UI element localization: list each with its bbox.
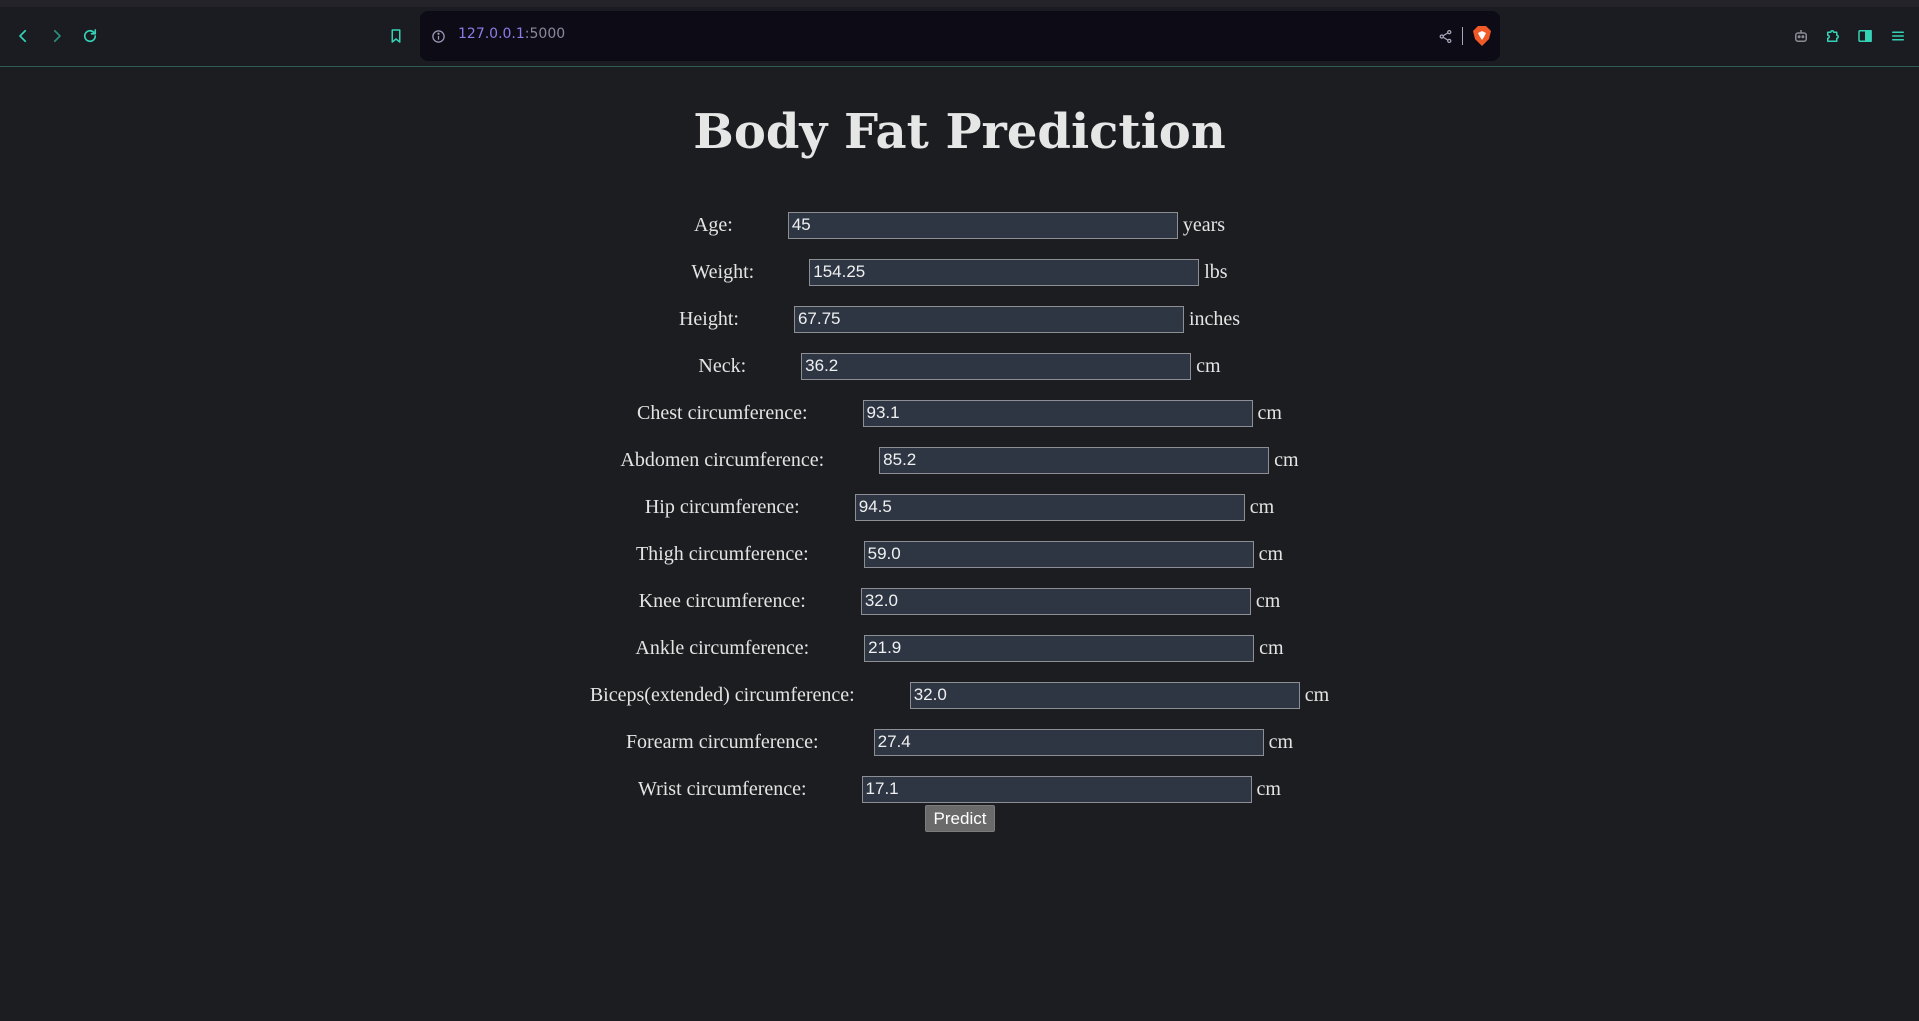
wrist-label: Wrist circumference: [638, 777, 807, 800]
abdomen-unit: cm [1274, 448, 1299, 471]
knee-unit: cm [1255, 589, 1281, 612]
sidebar-button[interactable] [1852, 23, 1878, 49]
neck-unit: cm [1196, 354, 1221, 377]
age-unit: years [1182, 213, 1226, 236]
menu-icon [1892, 31, 1904, 41]
weight-unit: lbs [1204, 260, 1228, 283]
forearm-label: Forearm circumference: [625, 730, 819, 753]
weight-input[interactable] [809, 258, 1200, 286]
form-row-height: Height: inches [0, 304, 1919, 334]
bookmark-button[interactable] [383, 23, 409, 49]
forward-icon [53, 29, 61, 43]
leo-ai-button[interactable] [1788, 23, 1814, 49]
height-label: Height: [678, 307, 739, 330]
form-row-wrist: Wrist circumference: cm [0, 774, 1919, 804]
form-row-chest: Chest circumference: cm [0, 398, 1919, 428]
neck-input[interactable] [801, 352, 1192, 380]
height-input[interactable] [793, 305, 1184, 333]
thigh-input[interactable] [863, 540, 1254, 568]
weight-label: Weight: [691, 260, 755, 283]
back-icon [19, 29, 27, 43]
ankle-unit: cm [1259, 636, 1284, 659]
share-icon[interactable] [1436, 27, 1454, 45]
predict-button[interactable]: Predict [925, 805, 995, 832]
neck-label: Neck: [698, 354, 747, 377]
wrist-input[interactable] [861, 775, 1252, 803]
form-row-weight: Weight: lbs [0, 257, 1919, 287]
thigh-unit: cm [1258, 542, 1284, 565]
page-title: Body Fat Prediction [693, 104, 1226, 160]
form-row-hip: Hip circumference: cm [0, 492, 1919, 522]
age-input[interactable] [787, 211, 1178, 239]
biceps-input[interactable] [909, 681, 1300, 709]
form-row-age: Age: years [0, 210, 1919, 240]
abdomen-label: Abdomen circumference: [620, 448, 825, 471]
hip-unit: cm [1249, 495, 1275, 518]
ankle-input[interactable] [864, 634, 1255, 662]
back-button[interactable] [10, 23, 36, 49]
form-row-biceps: Biceps(extended) circumference: cm [0, 680, 1919, 710]
biceps-label: Biceps(extended) circumference: [589, 683, 855, 706]
hip-input[interactable] [854, 493, 1245, 521]
extensions-button[interactable] [1820, 23, 1846, 49]
reload-icon [83, 29, 97, 43]
url-host: 127.0.0.1 [458, 26, 525, 42]
thigh-label: Thigh circumference: [635, 542, 809, 565]
menu-button[interactable] [1885, 23, 1911, 49]
chest-input[interactable] [862, 399, 1253, 427]
url-separator [1462, 27, 1463, 45]
knee-label: Knee circumference: [638, 589, 806, 612]
height-unit: inches [1188, 307, 1241, 330]
form-row-knee: Knee circumference: cm [0, 586, 1919, 616]
form-row-neck: Neck: cm [0, 351, 1919, 381]
forward-button[interactable] [44, 23, 70, 49]
abdomen-input[interactable] [879, 446, 1270, 474]
form-row-ankle: Ankle circumference: cm [0, 633, 1919, 663]
url-text[interactable]: 127.0.0.1:5000 [458, 26, 565, 42]
reload-button[interactable] [77, 23, 103, 49]
bookmark-icon [391, 29, 401, 43]
forearm-unit: cm [1268, 730, 1294, 753]
hip-label: Hip circumference: [644, 495, 800, 518]
leo-ai-icon [1795, 30, 1807, 42]
form-row-abdomen: Abdomen circumference: cm [0, 445, 1919, 475]
forearm-input[interactable] [873, 728, 1264, 756]
form-row-forearm: Forearm circumference: cm [0, 727, 1919, 757]
biceps-unit: cm [1304, 683, 1330, 706]
page-content: Body Fat Prediction Age: years Weight: l… [0, 68, 1919, 1021]
form-row-thigh: Thigh circumference: cm [0, 539, 1919, 569]
sidebar-icon [1858, 30, 1872, 42]
knee-input[interactable] [860, 587, 1251, 615]
age-label: Age: [693, 213, 733, 236]
chest-label: Chest circumference: [637, 401, 808, 424]
browser-toolbar: 127.0.0.1:5000 [0, 7, 1919, 67]
ankle-label: Ankle circumference: [635, 636, 810, 659]
brave-shield-icon[interactable] [1472, 25, 1492, 47]
site-info-icon[interactable] [429, 27, 447, 45]
url-port: :5000 [524, 26, 566, 42]
wrist-unit: cm [1256, 777, 1281, 800]
window-top-strip [0, 0, 1919, 7]
extensions-icon [1827, 30, 1839, 42]
address-bar[interactable]: 127.0.0.1:5000 [420, 11, 1500, 61]
chest-unit: cm [1257, 401, 1282, 424]
